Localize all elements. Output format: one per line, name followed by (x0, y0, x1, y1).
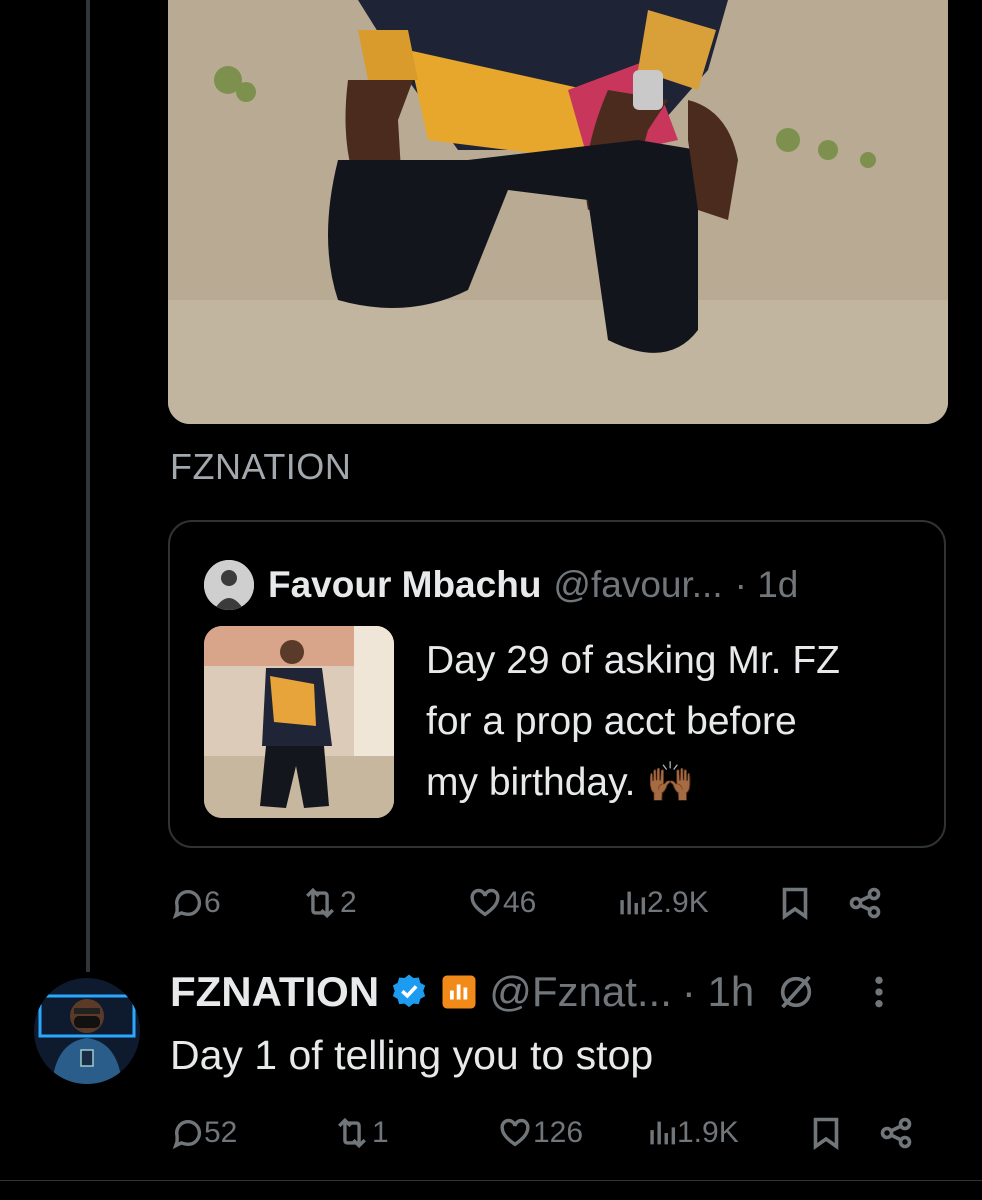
quoted-author-handle[interactable]: @favour... (553, 564, 722, 606)
reply-button[interactable]: 52 (170, 1116, 332, 1150)
repost-button[interactable]: 2 (300, 886, 467, 920)
quoted-author-name[interactable]: Favour Mbachu (268, 564, 541, 606)
quoted-post-time[interactable]: · 1d (735, 564, 799, 606)
quoted-post-header: Favour Mbachu @favour... · 1d (204, 560, 798, 610)
grok-icon[interactable] (776, 972, 816, 1012)
more-icon[interactable] (864, 972, 894, 1012)
bookmark-button[interactable] (810, 1115, 878, 1151)
like-count: 126 (533, 1116, 584, 1149)
views-icon (650, 1121, 676, 1145)
reply-count: 52 (204, 1116, 238, 1149)
thread-connector-line (86, 0, 90, 972)
reply-count: 6 (204, 886, 221, 919)
views-count: 2.9K (647, 886, 709, 919)
reply-icon (172, 890, 202, 920)
reply-icon (172, 1120, 202, 1150)
post-image[interactable] (168, 0, 948, 424)
share-button[interactable] (878, 1115, 914, 1151)
bookmark-icon (813, 1117, 839, 1150)
reply-post-header: FZNATION @Fznat... · 1h (170, 968, 894, 1016)
quoted-post-card[interactable]: Favour Mbachu @favour... · 1d Day 29 of … (168, 520, 946, 848)
reply-author-name[interactable]: FZNATION (170, 968, 379, 1016)
like-count: 46 (503, 886, 537, 919)
like-button[interactable]: 46 (467, 886, 617, 920)
repost-count: 1 (372, 1116, 389, 1149)
repost-icon (306, 887, 334, 919)
quoted-post-thumbnail[interactable] (204, 626, 394, 818)
divider (0, 1180, 982, 1181)
views-button[interactable]: 2.9K (617, 886, 779, 920)
views-button[interactable]: 1.9K (647, 1116, 810, 1150)
reply-author-handle[interactable]: @Fznat... (489, 968, 672, 1016)
post-action-bar: 6 2 46 2.9K (170, 878, 930, 928)
like-icon (470, 888, 500, 917)
post-photo-illustration (168, 0, 948, 424)
quoted-text-line-3: my birthday. 🙌🏾 (426, 761, 695, 804)
verified-badge-icon[interactable] (389, 972, 429, 1012)
quoted-author-avatar[interactable] (204, 560, 254, 610)
share-button[interactable] (847, 885, 883, 921)
views-icon (620, 891, 646, 915)
share-icon (849, 887, 881, 919)
repost-button[interactable]: 1 (332, 1116, 497, 1150)
bookmark-icon (782, 887, 808, 920)
reply-post-time[interactable]: · 1h (682, 968, 754, 1016)
repost-icon (338, 1117, 366, 1149)
post-caption: FZNATION (170, 446, 352, 487)
quoted-post-text: Day 29 of asking Mr. FZ for a prop acct … (426, 630, 926, 813)
affiliate-badge-icon[interactable] (441, 974, 477, 1010)
share-icon (880, 1117, 912, 1149)
like-button[interactable]: 126 (497, 1116, 647, 1150)
quoted-text-line-1: Day 29 of asking Mr. FZ (426, 639, 840, 682)
views-count: 1.9K (677, 1116, 739, 1149)
bookmark-button[interactable] (779, 885, 847, 921)
like-icon (500, 1118, 530, 1147)
reply-button[interactable]: 6 (170, 886, 300, 920)
quoted-text-line-2: for a prop acct before (426, 700, 797, 743)
reply-author-avatar[interactable] (34, 978, 140, 1084)
reply-action-bar: 52 1 126 1.9K (170, 1108, 930, 1158)
reply-post-text: Day 1 of telling you to stop (170, 1032, 654, 1078)
repost-count: 2 (340, 886, 357, 919)
